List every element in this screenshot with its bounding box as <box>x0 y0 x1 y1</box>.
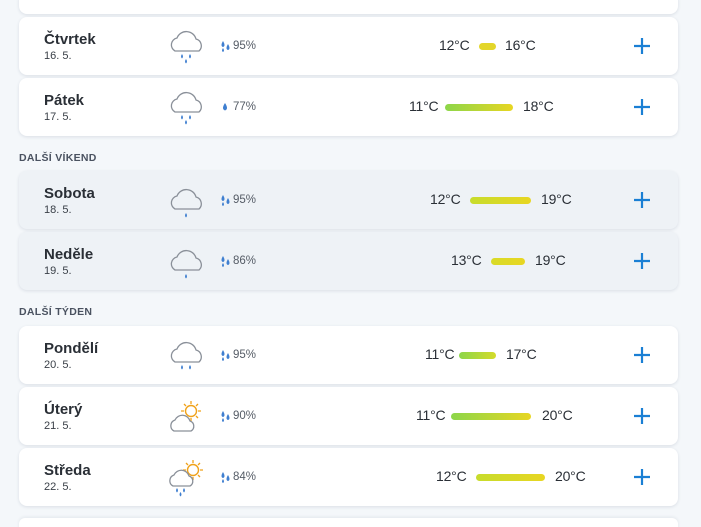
day-name: Pondělí <box>44 340 99 357</box>
day-date: 18. 5. <box>44 204 72 216</box>
sun-rain-cloud-icon <box>169 460 203 497</box>
precipitation: 84% <box>219 469 256 485</box>
temp-max: 20°C <box>542 407 573 423</box>
day-date: 16. 5. <box>44 50 72 62</box>
temp-min: 12°C <box>436 468 467 484</box>
day-date: 19. 5. <box>44 265 72 277</box>
precip-value: 95% <box>233 349 257 361</box>
precip-value: 84% <box>233 471 257 483</box>
day-card-tuesday[interactable]: Úterý 21. 5. 90% 11°C 20°C <box>19 387 678 445</box>
expand-plus-icon[interactable] <box>631 250 653 272</box>
expand-plus-icon[interactable] <box>631 344 653 366</box>
drops-icon <box>221 350 230 361</box>
heavy-rain-cloud-icon <box>170 30 202 64</box>
temp-min: 11°C <box>409 98 439 114</box>
day-name: Neděle <box>44 246 94 263</box>
day-date: 20. 5. <box>44 359 72 371</box>
drops-icon <box>221 411 230 422</box>
precipitation: 86% <box>219 253 256 269</box>
day-name: Pátek <box>44 92 85 109</box>
day-name: Čtvrtek <box>44 31 96 48</box>
day-card-saturday[interactable]: Sobota 18. 5. 95% 12°C 19°C <box>19 171 678 229</box>
temp-range-bar <box>445 104 513 111</box>
precipitation: 90% <box>219 408 256 424</box>
temp-max: 18°C <box>523 98 554 114</box>
section-heading-next-week: DALŠÍ TÝDEN <box>19 306 93 318</box>
precipitation: 95% <box>219 192 256 208</box>
temp-min: 12°C <box>430 191 461 207</box>
expand-plus-icon[interactable] <box>631 189 653 211</box>
precipitation: 95% <box>219 38 256 54</box>
drops-icon <box>221 256 230 267</box>
temp-max: 20°C <box>555 468 586 484</box>
temp-min: 11°C <box>425 346 455 362</box>
drops-icon <box>221 195 230 206</box>
precip-value: 95% <box>233 194 257 206</box>
precipitation: 77% <box>219 99 256 115</box>
light-rain-cloud-icon <box>170 188 202 218</box>
drops-icon <box>221 41 230 52</box>
precip-value: 95% <box>233 40 257 52</box>
day-name: Sobota <box>44 185 95 202</box>
temp-range-bar <box>451 413 531 420</box>
temp-range-bar <box>479 43 496 50</box>
bottom-panel-edge <box>19 518 678 527</box>
temp-max: 19°C <box>535 252 566 268</box>
drops-icon <box>221 472 230 483</box>
day-card-wednesday[interactable]: Středa 22. 5. 84% 12°C 20°C <box>19 448 678 506</box>
expand-plus-icon[interactable] <box>631 96 653 118</box>
temp-range-bar <box>476 474 545 481</box>
precip-value: 86% <box>233 255 257 267</box>
precip-value: 77% <box>233 101 257 113</box>
partly-sunny-icon <box>170 401 201 432</box>
day-date: 21. 5. <box>44 420 72 432</box>
drop-icon <box>223 103 227 111</box>
temp-range-bar <box>470 197 531 204</box>
day-date: 17. 5. <box>44 111 72 123</box>
expand-plus-icon[interactable] <box>631 466 653 488</box>
temp-range-bar <box>459 352 496 359</box>
temp-min: 13°C <box>451 252 482 268</box>
day-card-thursday[interactable]: Čtvrtek 16. 5. 95% 12°C 16°C <box>19 17 678 75</box>
temp-max: 17°C <box>506 346 537 362</box>
day-name: Úterý <box>44 401 83 418</box>
temp-min: 11°C <box>416 407 446 423</box>
rain-cloud-icon <box>170 341 202 370</box>
expand-plus-icon[interactable] <box>631 35 653 57</box>
precip-value: 90% <box>233 410 257 422</box>
day-card-friday[interactable]: Pátek 17. 5. 77% 11°C 18°C <box>19 78 678 136</box>
temp-min: 12°C <box>439 37 470 53</box>
expand-plus-icon[interactable] <box>631 405 653 427</box>
temp-max: 16°C <box>505 37 536 53</box>
day-card-partial <box>19 0 678 14</box>
day-card-monday[interactable]: Pondělí 20. 5. 95% 11°C 17°C <box>19 326 678 384</box>
precipitation: 95% <box>219 347 256 363</box>
day-card-sunday[interactable]: Neděle 19. 5. 86% 13°C 19°C <box>19 232 678 290</box>
day-date: 22. 5. <box>44 481 72 493</box>
heavy-rain-cloud-icon <box>170 91 202 125</box>
day-name: Středa <box>44 462 91 479</box>
temp-max: 19°C <box>541 191 572 207</box>
light-rain-cloud-icon <box>170 249 202 279</box>
section-heading-weekend: DALŠÍ VÍKEND <box>19 152 97 164</box>
temp-range-bar <box>491 258 525 265</box>
